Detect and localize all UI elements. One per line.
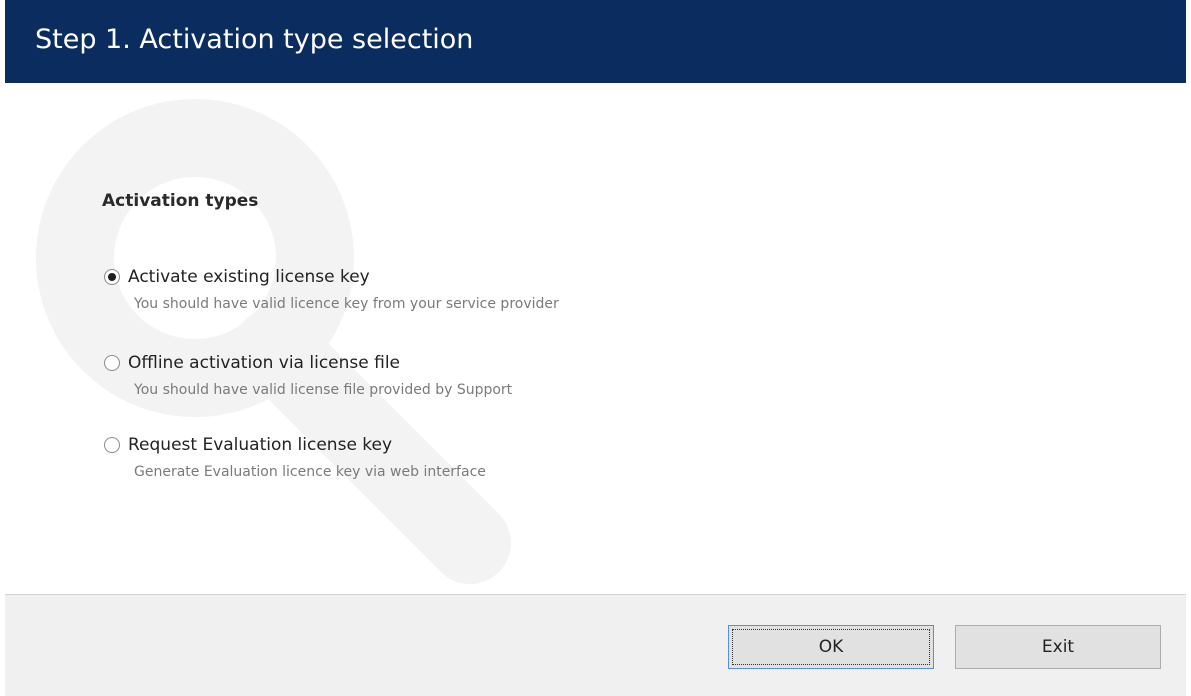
dialog-title: Step 1. Activation type selection bbox=[35, 24, 474, 55]
option-description: You should have valid licence key from y… bbox=[134, 296, 559, 312]
radio-activate-existing[interactable] bbox=[104, 269, 120, 285]
ok-button-label: OK bbox=[818, 637, 844, 657]
dialog-header: Step 1. Activation type selection bbox=[5, 0, 1186, 83]
dialog-footer: OK Exit bbox=[5, 594, 1186, 696]
option-row-request-evaluation[interactable]: Request Evaluation license key bbox=[104, 435, 804, 455]
exit-button[interactable]: Exit bbox=[955, 625, 1161, 669]
option-activate-existing: Activate existing license key You should… bbox=[104, 267, 804, 312]
section-title: Activation types bbox=[102, 191, 259, 211]
dialog-content: Activation types Activate existing licen… bbox=[5, 83, 1186, 594]
option-row-activate-existing[interactable]: Activate existing license key bbox=[104, 267, 804, 287]
radio-offline-activation[interactable] bbox=[104, 355, 120, 371]
option-row-offline-activation[interactable]: Offline activation via license file bbox=[104, 353, 804, 373]
key-icon bbox=[36, 99, 511, 584]
activation-dialog: Step 1. Activation type selection Activa… bbox=[0, 0, 1191, 696]
option-description: Generate Evaluation licence key via web … bbox=[134, 464, 486, 480]
radio-request-evaluation[interactable] bbox=[104, 437, 120, 453]
option-offline-activation: Offline activation via license file You … bbox=[104, 353, 804, 398]
option-label[interactable]: Offline activation via license file bbox=[128, 353, 400, 373]
ok-button[interactable]: OK bbox=[728, 625, 934, 669]
option-label[interactable]: Request Evaluation license key bbox=[128, 435, 392, 455]
option-request-evaluation: Request Evaluation license key Generate … bbox=[104, 435, 804, 480]
option-label[interactable]: Activate existing license key bbox=[128, 267, 370, 287]
option-description: You should have valid license file provi… bbox=[134, 382, 513, 398]
